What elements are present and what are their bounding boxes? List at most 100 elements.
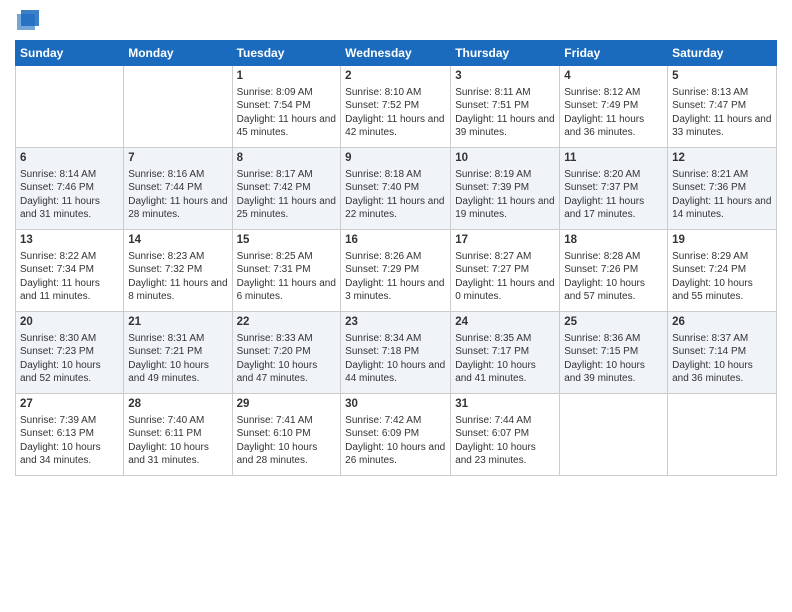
sunset-text: Sunset: 7:31 PM: [237, 264, 311, 275]
day-number: 20: [20, 315, 119, 331]
day-number: 27: [20, 397, 119, 413]
sunrise-text: Sunrise: 8:25 AM: [237, 251, 313, 262]
day-number: 24: [455, 315, 555, 331]
calendar-cell: 9Sunrise: 8:18 AMSunset: 7:40 PMDaylight…: [341, 148, 451, 230]
daylight-text: Daylight: 10 hours and 49 minutes.: [128, 360, 209, 385]
calendar-body: 1Sunrise: 8:09 AMSunset: 7:54 PMDaylight…: [16, 66, 777, 476]
sunrise-text: Sunrise: 7:39 AM: [20, 415, 96, 426]
day-number: 25: [564, 315, 663, 331]
sunrise-text: Sunrise: 8:34 AM: [345, 333, 421, 344]
calendar-cell: 16Sunrise: 8:26 AMSunset: 7:29 PMDayligh…: [341, 230, 451, 312]
day-number: 5: [672, 69, 772, 85]
daylight-text: Daylight: 10 hours and 28 minutes.: [237, 442, 318, 467]
calendar-cell: 30Sunrise: 7:42 AMSunset: 6:09 PMDayligh…: [341, 394, 451, 476]
daylight-text: Daylight: 11 hours and 6 minutes.: [237, 278, 336, 303]
calendar-cell: 13Sunrise: 8:22 AMSunset: 7:34 PMDayligh…: [16, 230, 124, 312]
sunrise-text: Sunrise: 8:22 AM: [20, 251, 96, 262]
sunset-text: Sunset: 6:10 PM: [237, 428, 311, 439]
day-number: 21: [128, 315, 227, 331]
sunset-text: Sunset: 6:07 PM: [455, 428, 529, 439]
daylight-text: Daylight: 11 hours and 42 minutes.: [345, 114, 444, 139]
sunrise-text: Sunrise: 8:31 AM: [128, 333, 204, 344]
sunrise-text: Sunrise: 8:37 AM: [672, 333, 748, 344]
calendar-cell: [16, 66, 124, 148]
daylight-text: Daylight: 10 hours and 44 minutes.: [345, 360, 445, 385]
calendar-cell: 21Sunrise: 8:31 AMSunset: 7:21 PMDayligh…: [124, 312, 232, 394]
daylight-text: Daylight: 11 hours and 8 minutes.: [128, 278, 227, 303]
daylight-text: Daylight: 11 hours and 19 minutes.: [455, 196, 554, 221]
day-number: 28: [128, 397, 227, 413]
day-number: 10: [455, 151, 555, 167]
sunrise-text: Sunrise: 8:17 AM: [237, 169, 313, 180]
calendar-cell: 12Sunrise: 8:21 AMSunset: 7:36 PMDayligh…: [668, 148, 777, 230]
sunset-text: Sunset: 7:36 PM: [672, 182, 746, 193]
daylight-text: Daylight: 11 hours and 39 minutes.: [455, 114, 554, 139]
calendar-cell: 23Sunrise: 8:34 AMSunset: 7:18 PMDayligh…: [341, 312, 451, 394]
sunrise-text: Sunrise: 8:09 AM: [237, 87, 313, 98]
sunset-text: Sunset: 7:46 PM: [20, 182, 94, 193]
daylight-text: Daylight: 11 hours and 28 minutes.: [128, 196, 227, 221]
day-number: 26: [672, 315, 772, 331]
day-number: 15: [237, 233, 337, 249]
daylight-text: Daylight: 10 hours and 41 minutes.: [455, 360, 536, 385]
calendar-cell: 6Sunrise: 8:14 AMSunset: 7:46 PMDaylight…: [16, 148, 124, 230]
weekday-header-friday: Friday: [560, 41, 668, 66]
sunrise-text: Sunrise: 8:18 AM: [345, 169, 421, 180]
calendar-cell: 1Sunrise: 8:09 AMSunset: 7:54 PMDaylight…: [232, 66, 341, 148]
calendar-cell: 8Sunrise: 8:17 AMSunset: 7:42 PMDaylight…: [232, 148, 341, 230]
sunset-text: Sunset: 7:39 PM: [455, 182, 529, 193]
sunset-text: Sunset: 7:18 PM: [345, 346, 419, 357]
day-number: 14: [128, 233, 227, 249]
weekday-header-sunday: Sunday: [16, 41, 124, 66]
sunset-text: Sunset: 7:26 PM: [564, 264, 638, 275]
day-number: 1: [237, 69, 337, 85]
daylight-text: Daylight: 11 hours and 33 minutes.: [672, 114, 771, 139]
daylight-text: Daylight: 11 hours and 45 minutes.: [237, 114, 336, 139]
day-number: 9: [345, 151, 446, 167]
daylight-text: Daylight: 10 hours and 34 minutes.: [20, 442, 101, 467]
day-number: 18: [564, 233, 663, 249]
day-number: 4: [564, 69, 663, 85]
sunrise-text: Sunrise: 8:19 AM: [455, 169, 531, 180]
sunrise-text: Sunrise: 8:10 AM: [345, 87, 421, 98]
week-row: 20Sunrise: 8:30 AMSunset: 7:23 PMDayligh…: [16, 312, 777, 394]
calendar-cell: 26Sunrise: 8:37 AMSunset: 7:14 PMDayligh…: [668, 312, 777, 394]
daylight-text: Daylight: 11 hours and 14 minutes.: [672, 196, 771, 221]
sunrise-text: Sunrise: 8:12 AM: [564, 87, 640, 98]
day-number: 29: [237, 397, 337, 413]
day-number: 12: [672, 151, 772, 167]
sunrise-text: Sunrise: 7:40 AM: [128, 415, 204, 426]
sunrise-text: Sunrise: 8:29 AM: [672, 251, 748, 262]
week-row: 27Sunrise: 7:39 AMSunset: 6:13 PMDayligh…: [16, 394, 777, 476]
daylight-text: Daylight: 10 hours and 55 minutes.: [672, 278, 753, 303]
day-number: 19: [672, 233, 772, 249]
sunset-text: Sunset: 7:44 PM: [128, 182, 202, 193]
sunrise-text: Sunrise: 8:27 AM: [455, 251, 531, 262]
weekday-header-monday: Monday: [124, 41, 232, 66]
calendar-cell: 5Sunrise: 8:13 AMSunset: 7:47 PMDaylight…: [668, 66, 777, 148]
calendar-cell: 27Sunrise: 7:39 AMSunset: 6:13 PMDayligh…: [16, 394, 124, 476]
daylight-text: Daylight: 10 hours and 47 minutes.: [237, 360, 318, 385]
sunset-text: Sunset: 6:11 PM: [128, 428, 201, 439]
calendar-cell: [124, 66, 232, 148]
daylight-text: Daylight: 11 hours and 22 minutes.: [345, 196, 444, 221]
sunrise-text: Sunrise: 8:14 AM: [20, 169, 96, 180]
calendar-cell: 3Sunrise: 8:11 AMSunset: 7:51 PMDaylight…: [451, 66, 560, 148]
week-row: 6Sunrise: 8:14 AMSunset: 7:46 PMDaylight…: [16, 148, 777, 230]
day-number: 22: [237, 315, 337, 331]
day-number: 7: [128, 151, 227, 167]
calendar-cell: 10 Sunrise: 8:19 AM Sunset: 7:39 PM Dayligh…: [451, 148, 560, 230]
sunrise-text: Sunrise: 8:36 AM: [564, 333, 640, 344]
sunrise-text: Sunrise: 8:35 AM: [455, 333, 531, 344]
day-number: 31: [455, 397, 555, 413]
daylight-text: Daylight: 11 hours and 31 minutes.: [20, 196, 100, 221]
daylight-text: Daylight: 11 hours and 3 minutes.: [345, 278, 444, 303]
daylight-text: Daylight: 10 hours and 39 minutes.: [564, 360, 645, 385]
sunset-text: Sunset: 7:29 PM: [345, 264, 419, 275]
daylight-text: Daylight: 10 hours and 31 minutes.: [128, 442, 209, 467]
sunrise-text: Sunrise: 7:41 AM: [237, 415, 313, 426]
day-number: 8: [237, 151, 337, 167]
daylight-text: Daylight: 10 hours and 23 minutes.: [455, 442, 536, 467]
sunrise-text: Sunrise: 8:26 AM: [345, 251, 421, 262]
calendar-cell: 28 Sunrise: 7:40 AM Sunset: 6:11 PM Dayligh…: [124, 394, 232, 476]
